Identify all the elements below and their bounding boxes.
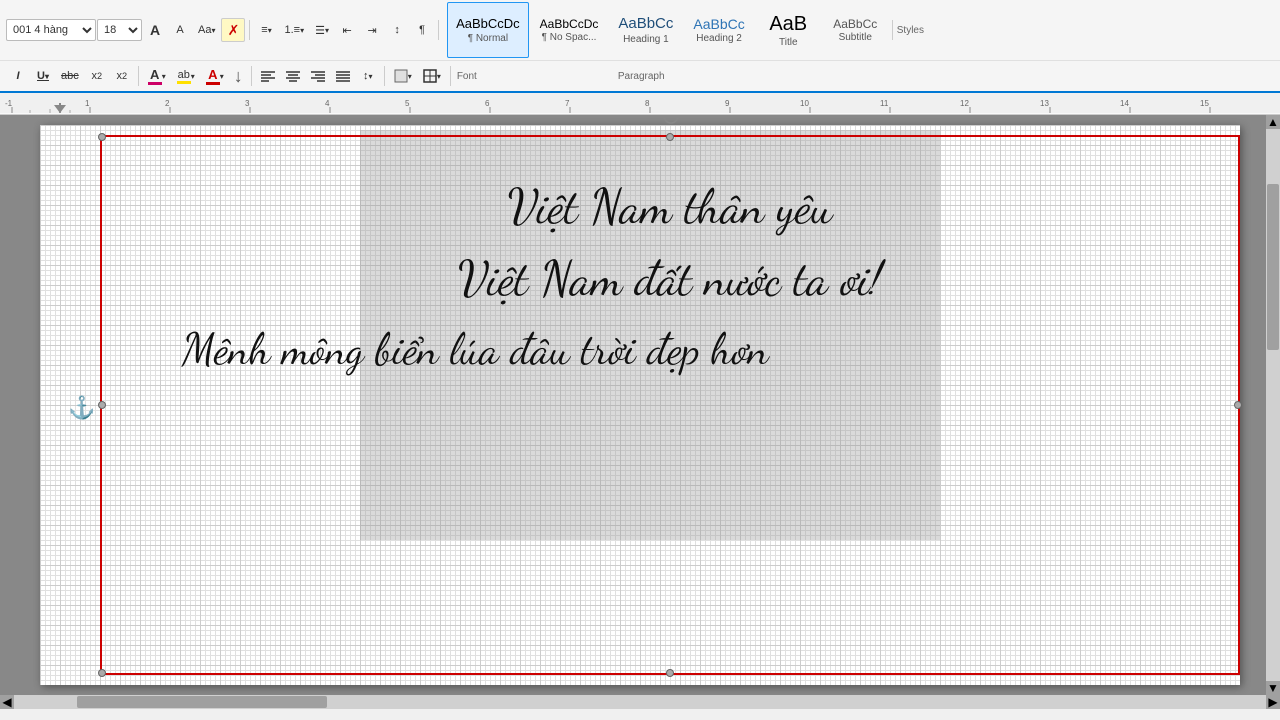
font-section-label: Font	[457, 71, 477, 82]
ruler: -1 1 2 3 4 5 6 7 8 9 10 11	[0, 93, 1280, 115]
sep4	[138, 66, 139, 86]
paragraph-section-label: Paragraph	[618, 71, 665, 82]
sep3	[892, 20, 893, 40]
font-color-text-button[interactable]: A ▾	[143, 64, 171, 88]
svg-text:-1: -1	[5, 99, 13, 108]
styles-group-label: Styles	[897, 25, 924, 36]
sep2	[438, 20, 439, 40]
poem-line-3: Mênh mông biển lúa đâu trời đẹp hơn	[142, 322, 1198, 379]
scrollbar-vertical[interactable]: ▲ ▼	[1266, 115, 1280, 695]
style-heading1[interactable]: AaBbCc Heading 1	[609, 2, 682, 58]
toolbar-row2: I U▾ abc x2 x2 A ▾ ab ▾ A	[0, 61, 1280, 91]
multilevel-button[interactable]: ☰▾	[310, 18, 334, 42]
strikethrough-button[interactable]: abc	[56, 64, 84, 88]
style-h1-label: Heading 1	[623, 34, 669, 45]
style-title-preview: AaB	[769, 12, 807, 36]
rotate-handle[interactable]	[662, 115, 678, 123]
svg-text:6: 6	[485, 99, 490, 108]
svg-text:5: 5	[405, 99, 410, 108]
style-subtitle[interactable]: AaBbCc Subtitle	[823, 2, 888, 58]
svg-text:4: 4	[325, 99, 330, 108]
grow-font-button[interactable]: A	[143, 18, 167, 42]
clear-format-button[interactable]: ✗	[221, 18, 245, 42]
cursor-indicator: ↓	[234, 66, 243, 87]
sep7	[450, 66, 451, 86]
svg-text:11: 11	[880, 99, 889, 108]
style-heading2[interactable]: AaBbCc Heading 2	[684, 2, 753, 58]
scrollbar-horizontal[interactable]: ◀ ▶	[0, 695, 1280, 709]
svg-text:15: 15	[1200, 99, 1209, 108]
font-color-button[interactable]: A ▾	[201, 64, 229, 88]
shrink-font-button[interactable]: A	[168, 18, 192, 42]
document-area: Việt Nam thân yêu Việt Nam đất nước ta ơ…	[0, 115, 1280, 695]
svg-text:9: 9	[725, 99, 730, 108]
sep1	[249, 20, 250, 40]
poem-line-2: Việt Nam đất nước ta ơi!	[142, 249, 1198, 311]
justify-button[interactable]	[331, 64, 355, 88]
style-normal-preview: AaBbCcDc	[456, 16, 520, 32]
decrease-indent-button[interactable]: ⇤	[335, 18, 359, 42]
svg-text:7: 7	[565, 99, 570, 108]
svg-text:2: 2	[165, 99, 170, 108]
svg-text:3: 3	[245, 99, 250, 108]
show-paragraph-button[interactable]: ¶	[410, 18, 434, 42]
italic-button[interactable]: I	[6, 64, 30, 88]
text-box[interactable]: Việt Nam thân yêu Việt Nam đất nước ta ơ…	[100, 135, 1240, 675]
style-h2-preview: AaBbCc	[693, 16, 744, 33]
toolbar: 001 4 hàng 18 A A Aa▾ ✗ ≡▾ 1.≡▾ ☰▾ ⇤ ⇥ ↕…	[0, 0, 1280, 93]
style-normal[interactable]: AaBbCcDc ¶ Normal	[447, 2, 529, 58]
shading-button[interactable]: ▾	[389, 64, 417, 88]
superscript-button[interactable]: x2	[110, 64, 134, 88]
svg-text:10: 10	[800, 99, 809, 108]
align-center-button[interactable]	[281, 64, 305, 88]
svg-text:14: 14	[1120, 99, 1129, 108]
style-title[interactable]: AaB Title	[756, 2, 821, 58]
style-subtitle-label: Subtitle	[839, 32, 872, 43]
numbering-button[interactable]: 1.≡▾	[279, 18, 309, 42]
line-spacing-button[interactable]: ↕▾	[356, 64, 380, 88]
style-normal-label: ¶ Normal	[468, 33, 508, 44]
style-subtitle-preview: AaBbCc	[833, 17, 877, 31]
svg-text:8: 8	[645, 99, 650, 108]
sort-button[interactable]: ↕	[385, 18, 409, 42]
svg-text:12: 12	[960, 99, 969, 108]
highlight-button[interactable]: ab ▾	[172, 64, 200, 88]
style-no-space[interactable]: AaBbCcDc ¶ No Spac...	[531, 2, 608, 58]
font-name-dropdown[interactable]: 001 4 hàng	[6, 19, 96, 41]
text-content: Việt Nam thân yêu Việt Nam đất nước ta ơ…	[102, 137, 1238, 673]
increase-indent-button[interactable]: ⇥	[360, 18, 384, 42]
anchor-icon: ⚓	[68, 395, 95, 421]
style-nospace-label: ¶ No Spac...	[542, 32, 597, 43]
sep6	[384, 66, 385, 86]
underline-button[interactable]: U▾	[31, 64, 55, 88]
style-h1-preview: AaBbCc	[618, 15, 673, 33]
bullets-button[interactable]: ≡▾	[254, 18, 278, 42]
style-h2-label: Heading 2	[696, 33, 742, 44]
align-left-button[interactable]	[256, 64, 280, 88]
svg-text:13: 13	[1040, 99, 1049, 108]
borders-button[interactable]: ▾	[418, 64, 446, 88]
change-case-button[interactable]: Aa▾	[193, 18, 220, 42]
align-right-button[interactable]	[306, 64, 330, 88]
svg-text:1: 1	[85, 99, 90, 108]
style-nospace-preview: AaBbCcDc	[540, 17, 599, 31]
toolbar-row1: 001 4 hàng 18 A A Aa▾ ✗ ≡▾ 1.≡▾ ☰▾ ⇤ ⇥ ↕…	[0, 0, 1280, 61]
sep5	[251, 66, 252, 86]
font-size-dropdown[interactable]: 18	[97, 19, 142, 41]
page: Việt Nam thân yêu Việt Nam đất nước ta ơ…	[40, 125, 1240, 685]
style-title-label: Title	[779, 37, 798, 48]
subscript-button[interactable]: x2	[85, 64, 109, 88]
poem-line-1: Việt Nam thân yêu	[142, 177, 1198, 239]
ruler-content: -1 1 2 3 4 5 6 7 8 9 10 11	[0, 93, 1280, 112]
styles-panel: AaBbCcDc ¶ Normal AaBbCcDc ¶ No Spac... …	[447, 2, 888, 58]
